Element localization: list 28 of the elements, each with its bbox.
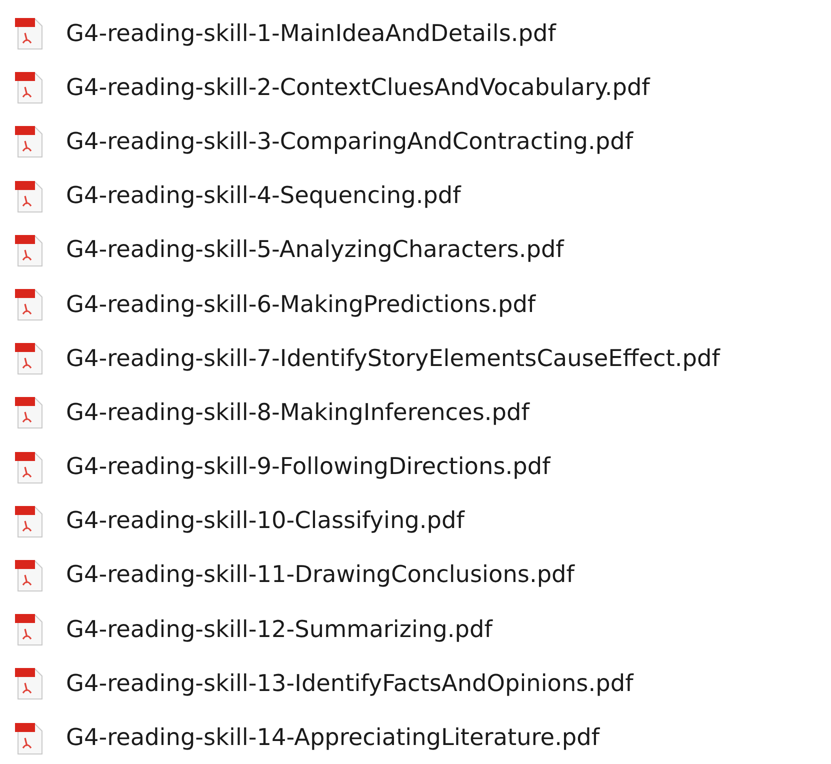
file-name[interactable]: G4-reading-skill-10-Classifying.pdf	[66, 507, 464, 534]
pdf-file-icon	[14, 504, 44, 538]
file-name[interactable]: G4-reading-skill-3-ComparingAndContracting.pdf	[66, 128, 633, 155]
pdf-file-icon	[14, 612, 44, 646]
file-name[interactable]: G4-reading-skill-9-FollowingDirections.pdf	[66, 453, 550, 480]
pdf-file-icon	[14, 124, 44, 158]
pdf-file-icon	[14, 16, 44, 50]
file-name[interactable]: G4-reading-skill-11-DrawingConclusions.pdf	[66, 561, 574, 588]
pdf-file-icon	[14, 395, 44, 430]
pdf-file-icon	[14, 341, 44, 376]
file-name[interactable]: G4-reading-skill-4-Sequencing.pdf	[66, 182, 461, 210]
file-name[interactable]: G4-reading-skill-5-AnalyzingCharacters.pdf	[66, 236, 564, 264]
pdf-file-icon	[14, 450, 44, 484]
pdf-file-icon	[14, 720, 44, 755]
pdf-file-icon	[14, 232, 44, 267]
file-name[interactable]: G4-reading-skill-2-ContextCluesAndVocabulary.pdf	[66, 74, 650, 101]
pdf-file-icon	[14, 287, 44, 322]
file-name[interactable]: G4-reading-skill-13-IdentifyFactsAndOpinions.pdf	[66, 670, 634, 697]
file-name[interactable]: G4-reading-skill-7-IdentifyStoryElementsCauseEffect.pdf	[66, 344, 720, 372]
pdf-file-icon	[14, 178, 44, 213]
pdf-file-icon	[14, 558, 44, 592]
file-name[interactable]: G4-reading-skill-6-MakingPredictions.pdf	[66, 290, 536, 318]
pdf-file-icon	[14, 666, 44, 700]
pdf-file-icon	[14, 70, 44, 104]
file-name[interactable]: G4-reading-skill-1-MainIdeaAndDetails.pdf	[66, 20, 556, 47]
file-name[interactable]: G4-reading-skill-8-MakingInferences.pdf	[66, 398, 530, 426]
file-name[interactable]: G4-reading-skill-14-AppreciatingLiterature.pdf	[66, 724, 600, 752]
file-name[interactable]: G4-reading-skill-12-Summarizing.pdf	[66, 616, 492, 643]
